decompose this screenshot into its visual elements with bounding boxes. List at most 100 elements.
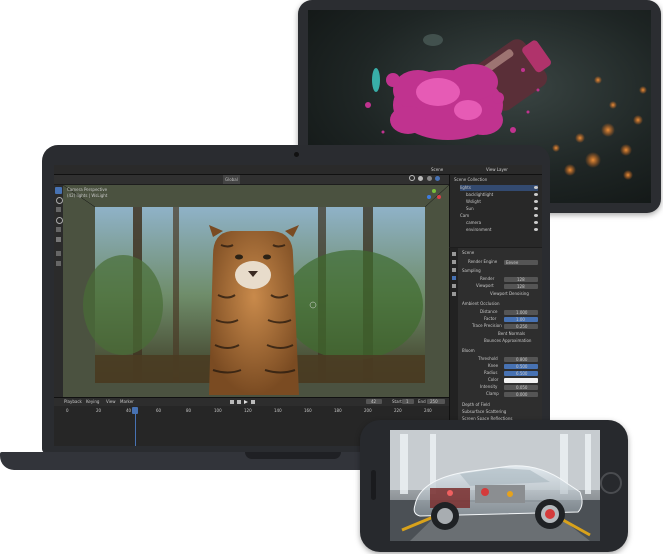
bloom-clamp-label: Clamp [486,391,499,396]
outliner-item[interactable]: environment [466,227,491,233]
bloom-knee-slider[interactable]: 0.500 [504,364,538,369]
cursor-tool-icon[interactable] [56,197,63,204]
outliner-item[interactable]: backlightlight [466,192,493,198]
timeline-header: Playback Keying View Marker 42 Start 1 E… [54,398,449,406]
visibility-eye-icon[interactable] [534,186,538,189]
phone-speaker [371,470,376,500]
sss-section-header[interactable]: Subsurface Scattering [462,409,506,415]
viewport-samples-field[interactable]: 128 [504,284,538,289]
tiger-model [209,225,299,395]
transform-orientation-selector[interactable]: Global [223,175,240,184]
timeline-view-menu[interactable]: View [106,398,116,406]
jump-end-icon[interactable] [251,400,255,404]
ao-factor-slider[interactable]: 1.00 [504,317,538,322]
measure-tool-icon[interactable] [56,261,61,266]
bloom-threshold-field[interactable]: 0.800 [504,357,538,362]
timeline-tick: 120 [244,408,252,413]
webcam-icon [294,152,299,157]
sampling-section-header[interactable]: Sampling [462,268,481,274]
playhead-marker[interactable] [132,407,138,414]
render-engine-label: Render Engine [468,259,498,264]
bloom-color-swatch[interactable] [504,378,538,383]
transform-tool-icon[interactable] [56,237,61,242]
bloom-intensity-field[interactable]: 0.050 [504,385,538,390]
gizmo-y-icon[interactable] [432,189,436,193]
render-samples-field[interactable]: 128 [504,277,538,282]
bounces-approx-checkbox[interactable]: Bounces Approximation [484,338,531,344]
object-props-icon[interactable] [452,292,456,296]
viewport-denoising-checkbox[interactable]: Viewport Denoising [490,291,529,297]
bent-normals-checkbox[interactable]: Bent Normals [498,331,525,337]
view-layer-selector[interactable]: View Layer [486,165,508,174]
rotate-tool-icon[interactable] [56,217,63,224]
visibility-eye-icon[interactable] [534,228,538,231]
world-props-icon[interactable] [452,284,456,288]
bloom-color-label: Color [488,377,499,382]
timeline-tick: 160 [304,408,312,413]
select-tool-icon[interactable] [55,187,62,194]
timeline-tick: 200 [364,408,372,413]
scene-selector[interactable]: Scene [431,165,443,174]
start-frame-field[interactable]: 1 [402,399,414,404]
render-props-icon[interactable] [452,252,456,256]
visibility-eye-icon[interactable] [534,200,538,203]
end-frame-field[interactable]: 250 [427,399,445,404]
navigation-gizmo[interactable] [425,188,443,206]
scene-props-icon[interactable] [452,276,456,280]
bloom-clamp-field[interactable]: 0.000 [504,392,538,397]
render-samples-label: Render [480,276,495,281]
ao-trace-field[interactable]: 0.250 [504,324,538,329]
timeline-marker-menu[interactable]: Marker [120,398,134,406]
dof-section-header[interactable]: Depth of Field [462,402,490,408]
gizmo-x-icon[interactable] [437,195,441,199]
ao-distance-field[interactable]: 1.000 [504,310,538,315]
output-props-icon[interactable] [452,260,456,264]
visibility-eye-icon[interactable] [534,207,538,210]
current-frame-field[interactable]: 42 [366,399,382,404]
outliner-item[interactable]: Wslight [466,199,481,205]
jump-start-icon[interactable] [230,400,234,404]
outliner-item[interactable]: Sun [466,206,474,212]
outliner-item[interactable]: lights [460,185,538,191]
outliner-item[interactable]: camera [466,220,481,226]
timeline-keying-menu[interactable]: Keying [86,398,99,406]
end-frame-label: End [418,399,426,404]
gizmo-z-icon[interactable] [427,195,431,199]
timeline-playback-menu[interactable]: Playback [64,398,82,406]
transparent-car-render-image [390,430,600,541]
outliner-item[interactable]: Cam [460,213,469,219]
timeline-tick: 20 [96,408,102,413]
view-layer-props-icon[interactable] [452,268,456,272]
visibility-eye-icon[interactable] [534,193,538,196]
play-reverse-icon[interactable] [237,400,241,404]
visibility-eye-icon[interactable] [534,214,538,217]
bloom-radius-label: Radius [484,370,498,375]
render-engine-dropdown[interactable]: Eevee [504,260,538,265]
3d-viewport[interactable]: Camera Perspective (42) lights | WsLight [63,185,449,397]
timeline-tick: 220 [394,408,402,413]
blender-window: ● File Edit Render Window Help Layout Mo… [54,165,542,446]
shading-rendered-icon[interactable] [434,176,440,181]
timeline-tick: 180 [334,408,342,413]
visibility-eye-icon[interactable] [534,221,538,224]
viewport-object-label: (42) lights | WsLight [67,193,108,198]
scale-tool-icon[interactable] [56,227,61,232]
outliner-title: Scene Collection [454,177,488,182]
timeline-tick: 140 [274,408,282,413]
bloom-knee-label: Knee [488,363,499,368]
play-icon[interactable] [244,400,248,404]
annotate-tool-icon[interactable] [56,251,61,256]
home-button[interactable] [600,472,622,494]
move-tool-icon[interactable] [56,207,61,212]
bloom-radius-slider[interactable]: 6.500 [504,371,538,376]
shading-material-icon[interactable] [426,176,432,181]
timeline-ruler[interactable]: 0 20 40 60 80 100 120 140 160 180 200 22… [54,407,449,415]
ao-distance-label: Distance [480,309,498,314]
shading-solid-icon[interactable] [418,176,424,181]
viewport-shading-buttons[interactable] [408,175,441,184]
bloom-section-header[interactable]: Bloom [462,348,475,354]
phone-device [360,420,628,552]
ambient-occlusion-header[interactable]: Ambient Occlusion [462,301,500,307]
timeline-tick: 0 [66,408,69,413]
shading-wireframe-icon[interactable] [409,175,415,181]
